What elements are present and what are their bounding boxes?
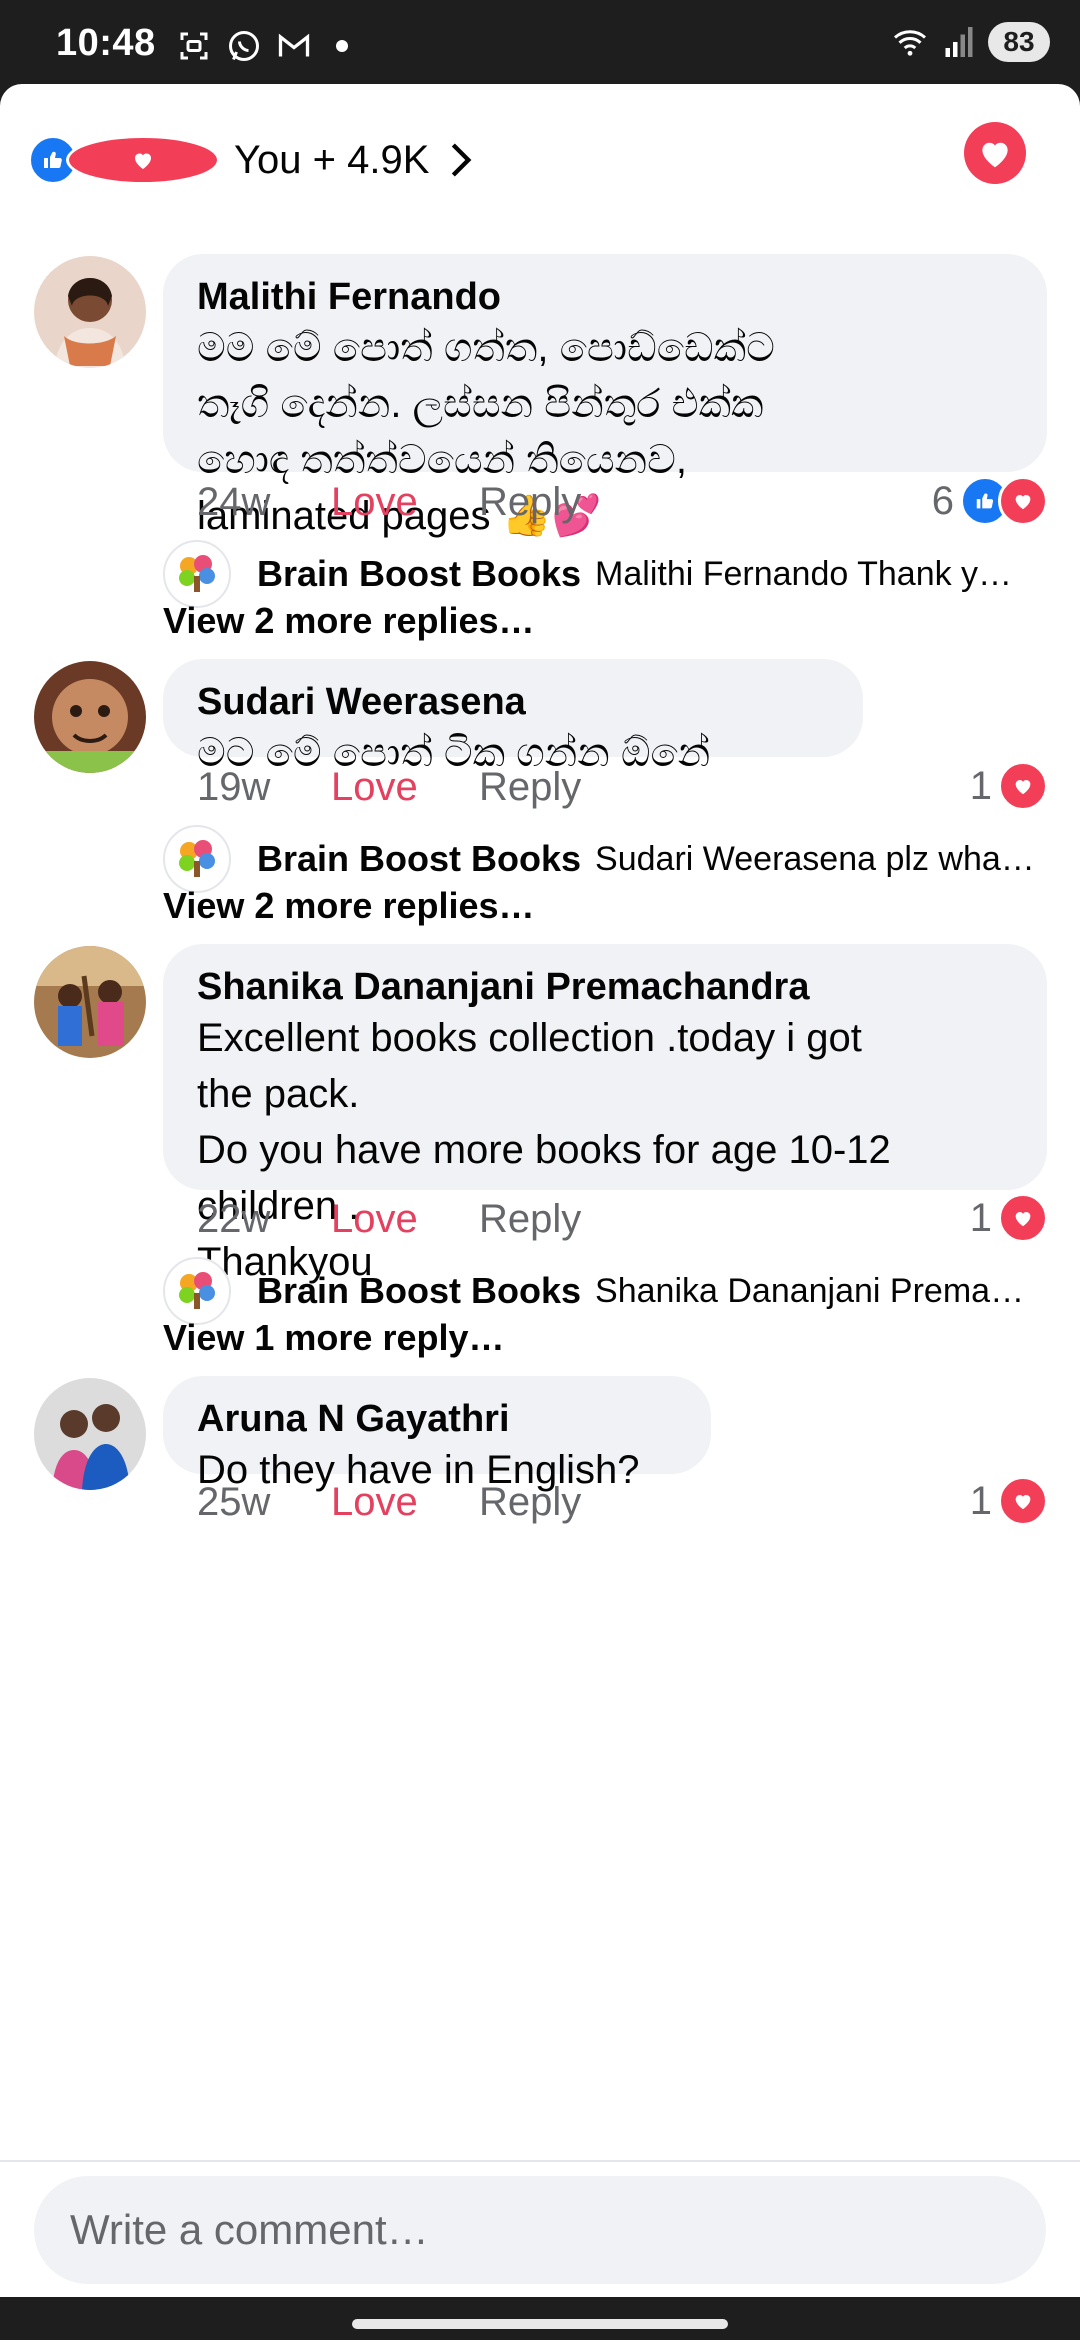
- comment-actions: 22w Love Reply: [197, 1197, 581, 1242]
- reply-preview[interactable]: Brain Boost Books Malithi Fernando Thank…: [163, 540, 1043, 608]
- reaction-count: 1: [969, 1478, 992, 1523]
- avatar[interactable]: [34, 256, 146, 368]
- reply-author[interactable]: Brain Boost Books: [257, 553, 581, 595]
- comment-reactions[interactable]: 1: [970, 1476, 1048, 1526]
- comment-time[interactable]: 22w: [197, 1197, 331, 1242]
- chevron-right-icon: [452, 143, 472, 177]
- page-avatar[interactable]: [163, 540, 231, 608]
- battery-indicator: 83: [988, 22, 1050, 62]
- reactions-count: You + 4.9K: [234, 137, 430, 182]
- comment-actions: 25w Love Reply: [197, 1480, 581, 1525]
- love-reaction-icon: [998, 1193, 1048, 1243]
- reply-text: Malithi Fernando Thank y…: [595, 554, 1013, 593]
- love-button[interactable]: Love: [331, 765, 479, 810]
- comment-reactions[interactable]: 6: [932, 476, 1048, 526]
- reply-author[interactable]: Brain Boost Books: [257, 838, 581, 880]
- comment-author[interactable]: Shanika Dananjani Premachandra: [197, 964, 1013, 1010]
- page-avatar[interactable]: [163, 1257, 231, 1325]
- wifi-icon: [894, 30, 926, 56]
- reply-button[interactable]: Reply: [479, 1197, 581, 1242]
- love-reaction-icon: [66, 135, 220, 185]
- view-more-replies[interactable]: View 2 more replies…: [163, 600, 535, 642]
- comment-bubble[interactable]: Aruna N Gayathri Do they have in English…: [163, 1376, 711, 1492]
- reply-button[interactable]: Reply: [479, 765, 581, 810]
- love-react-button[interactable]: [964, 122, 1026, 184]
- status-time: 10:48: [56, 22, 156, 64]
- reactions-summary[interactable]: You + 4.9K: [28, 124, 473, 196]
- love-reaction-icon: [998, 1476, 1048, 1526]
- comment-author[interactable]: Sudari Weerasena: [197, 679, 829, 725]
- page-avatar[interactable]: [163, 825, 231, 893]
- system-icons: 83: [890, 22, 1050, 62]
- comment-author[interactable]: Aruna N Gayathri: [197, 1396, 677, 1442]
- comment-bubble[interactable]: Sudari Weerasena මට මේ පොත් ටික ගන්න ඕනේ: [163, 659, 863, 775]
- view-more-replies[interactable]: View 1 more reply…: [163, 1317, 505, 1359]
- screenshot-icon: [180, 32, 208, 60]
- view-more-replies[interactable]: View 2 more replies…: [163, 885, 535, 927]
- comment-bubble[interactable]: Shanika Dananjani Premachandra Excellent…: [163, 944, 1047, 1284]
- brain-logo-icon: [179, 555, 215, 592]
- reply-button[interactable]: Reply: [479, 1480, 581, 1525]
- avatar[interactable]: [34, 946, 146, 1058]
- brain-logo-icon: [179, 840, 215, 877]
- comment-time[interactable]: 19w: [197, 765, 331, 810]
- comment-actions: 19w Love Reply: [197, 765, 581, 810]
- avatar[interactable]: [34, 661, 146, 773]
- comment-bubble[interactable]: Malithi Fernando මම මේ පොත් ගත්ත, පොඩ්ඩෙ…: [163, 254, 1047, 538]
- avatar[interactable]: [34, 1378, 146, 1490]
- love-button[interactable]: Love: [331, 1197, 479, 1242]
- reaction-count: 6: [931, 478, 954, 523]
- comment-composer: [0, 2160, 1080, 2297]
- navigation-bar: [0, 2297, 1080, 2340]
- status-bar: 10:48 83: [0, 0, 1080, 84]
- reply-author[interactable]: Brain Boost Books: [257, 1270, 581, 1312]
- heart-icon: [982, 142, 1008, 168]
- signal-icon: [945, 27, 973, 57]
- comment-time[interactable]: 24w: [197, 480, 331, 525]
- comment-input[interactable]: [34, 2176, 1046, 2284]
- reply-preview[interactable]: Brain Boost Books Shanika Dananjani Prem…: [163, 1257, 1043, 1325]
- love-button[interactable]: Love: [331, 480, 479, 525]
- comment-author[interactable]: Malithi Fernando: [197, 274, 1013, 320]
- reply-text: Shanika Dananjani Prema…: [595, 1271, 1025, 1310]
- dot-icon: [336, 40, 348, 52]
- brain-logo-icon: [179, 1272, 215, 1309]
- notification-icons: [176, 28, 348, 64]
- reply-button[interactable]: Reply: [479, 480, 581, 525]
- comment-reactions[interactable]: 1: [970, 761, 1048, 811]
- reaction-count: 1: [969, 1195, 992, 1240]
- whatsapp-icon: [229, 31, 259, 61]
- comment-text: Excellent books collection .today i got …: [197, 1016, 891, 1284]
- reaction-count: 1: [969, 763, 992, 808]
- love-reaction-icon: [998, 476, 1048, 526]
- comments-sheet: You + 4.9K Malithi Fernando මම මේ පොත් ග…: [0, 84, 1080, 2297]
- love-reaction-icon: [998, 761, 1048, 811]
- gmail-icon: [278, 33, 310, 57]
- reply-text: Sudari Weerasena plz wha…: [595, 839, 1035, 878]
- home-gesture-handle[interactable]: [352, 2319, 728, 2329]
- comment-actions: 24w Love Reply: [197, 480, 581, 525]
- reply-preview[interactable]: Brain Boost Books Sudari Weerasena plz w…: [163, 825, 1043, 893]
- comment-time[interactable]: 25w: [197, 1480, 331, 1525]
- love-button[interactable]: Love: [331, 1480, 479, 1525]
- comment-reactions[interactable]: 1: [970, 1193, 1048, 1243]
